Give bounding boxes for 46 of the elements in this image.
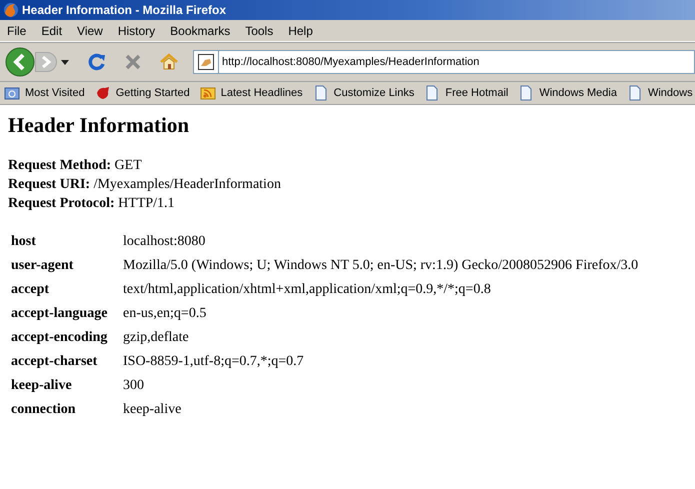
home-icon[interactable] bbox=[159, 52, 179, 72]
page-icon bbox=[312, 85, 329, 101]
window-title: Header Information - Mozilla Firefox bbox=[22, 3, 226, 17]
bookmark-item[interactable]: Getting Started bbox=[94, 85, 190, 101]
header-name: user-agent bbox=[11, 258, 74, 273]
bookmark-item[interactable]: Windows Media bbox=[518, 85, 617, 101]
header-name: accept bbox=[11, 282, 50, 297]
bookmark-item[interactable]: Most Visited bbox=[4, 85, 85, 101]
folder-icon bbox=[4, 85, 20, 101]
header-value: Mozilla/5.0 (Windows; U; Windows NT 5.0; en-US; rv:1.9) Gecko/2008052906 Firefox/3.0 bbox=[123, 258, 638, 273]
header-value: localhost:8080 bbox=[123, 234, 206, 249]
header-value: gzip,deflate bbox=[123, 330, 189, 345]
dropdown-caret-icon[interactable] bbox=[61, 60, 69, 64]
header-name: accept-charset bbox=[11, 354, 98, 369]
page-heading: Header Information bbox=[8, 113, 190, 138]
header-name: keep-alive bbox=[11, 378, 72, 393]
header-name: accept-language bbox=[11, 306, 108, 321]
back-button[interactable] bbox=[5, 47, 35, 77]
request-info-line: Request Protocol: HTTP/1.1 bbox=[8, 195, 176, 213]
bookmark-item[interactable]: Latest Headlines bbox=[200, 85, 303, 101]
page-icon bbox=[424, 85, 440, 101]
header-value: en-us,en;q=0.5 bbox=[123, 306, 206, 321]
menu-item[interactable]: Bookmarks bbox=[163, 24, 238, 38]
feed-folder-icon bbox=[200, 85, 216, 101]
header-value: ISO-8859-1,utf-8;q=0.7,*;q=0.7 bbox=[123, 354, 304, 369]
reload-icon[interactable] bbox=[87, 52, 107, 72]
header-value: 300 bbox=[123, 378, 144, 393]
menu-item[interactable]: View bbox=[70, 24, 111, 38]
menu-item[interactable]: File bbox=[0, 24, 34, 38]
page-icon bbox=[518, 85, 534, 101]
header-name: host bbox=[11, 234, 36, 249]
bookmark-item[interactable]: Customize Links bbox=[312, 85, 414, 101]
header-name: connection bbox=[11, 402, 76, 417]
menu-item[interactable]: Edit bbox=[34, 24, 70, 38]
menu-item[interactable]: Tools bbox=[238, 24, 282, 38]
menu-item[interactable]: History bbox=[110, 24, 164, 38]
bookmark-item[interactable]: Free Hotmail bbox=[424, 85, 508, 101]
page-icon bbox=[626, 85, 643, 101]
header-name: accept-encoding bbox=[11, 330, 108, 345]
menu-item[interactable]: Help bbox=[281, 24, 321, 38]
request-info-line: Request URI: /Myexamples/HeaderInformation bbox=[8, 176, 282, 194]
header-value: text/html,application/xhtml+xml,application/xml;q=0.9,*/*;q=0.8 bbox=[123, 282, 491, 297]
request-info-line: Request Method: GET bbox=[8, 157, 143, 175]
address-field[interactable]: http://localhost:8080/Myexamples/HeaderInformation bbox=[218, 50, 695, 74]
bookmark-item[interactable]: Windows bbox=[626, 85, 693, 101]
header-value: keep-alive bbox=[123, 402, 182, 417]
